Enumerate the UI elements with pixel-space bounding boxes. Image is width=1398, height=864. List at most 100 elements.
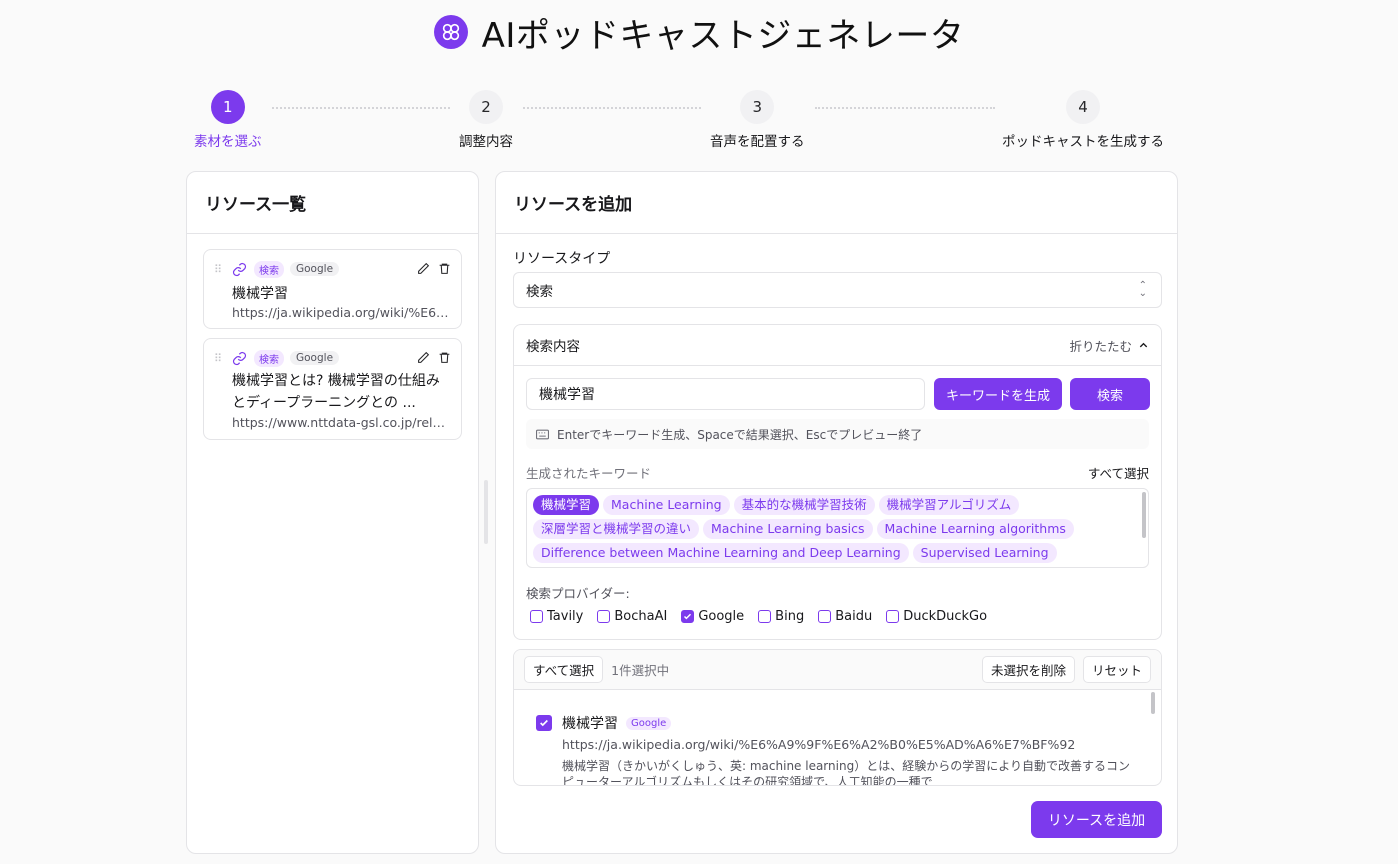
step-label: 音声を配置する [710,134,805,150]
provider-label: Tavily [547,609,584,624]
keyword-chip[interactable]: 機械学習アルゴリズム [878,495,1020,515]
results-select-all-button[interactable]: すべて選択 [524,656,604,683]
provider-google[interactable]: Google [681,609,744,624]
collapse-button[interactable]: 折りたたむ [1069,336,1149,355]
selected-count: 1件選択中 [611,663,670,678]
link-icon [232,261,248,277]
result-url[interactable]: https://ja.wikipedia.org/wiki/%E6%A9%9F%… [562,737,1075,752]
step-number: 4 [1066,90,1100,124]
result-checkbox[interactable] [536,715,552,731]
link-icon [232,350,248,366]
keyword-chip[interactable]: Machine Learning [603,495,730,515]
step-1[interactable]: 1 素材を選ぶ [194,90,262,150]
type-badge: 検索 [254,349,284,367]
trash-icon[interactable] [438,349,451,368]
checkbox[interactable] [530,610,543,623]
panel-title: リソースを追加 [496,172,1177,234]
provider-label: Bing [775,609,805,624]
step-connector [523,107,701,109]
provider-label: Google [698,609,745,624]
drag-handle-icon[interactable]: ⠿ [214,264,228,275]
search-results: すべて選択 1件選択中 未選択を削除 リセット 機械学習 Google http… [513,649,1162,786]
panel-resize-handle[interactable] [484,480,488,544]
card-url: https://ja.wikipedia.org/wiki/%E6%A... [232,305,449,320]
resource-type-select[interactable]: 検索 ⌃ ⌄ [513,272,1162,308]
panel-title: リソース一覧 [187,172,478,234]
keyboard-icon [536,429,549,439]
search-button[interactable]: 検索 [1070,378,1150,410]
provider-label: DuckDuckGo [903,609,988,624]
keyword-chip[interactable]: 深層学習と機械学習の違い [533,519,700,539]
keyword-chip[interactable]: 機械学習 [533,495,600,515]
add-resource-panel: リソースを追加 リソースタイプ 検索 ⌃ ⌄ 検索内容 折りたたむ 機械学習 キー… [495,171,1178,854]
app-header: AIポッドキャストジェネレータ [0,8,1398,56]
step-label: ポッドキャストを生成する [1002,134,1164,150]
providers-list: Tavily BochaAI Google Bing Baidu DuckDuc… [530,609,987,624]
keywords-select-all-button[interactable]: すべて選択 [1088,463,1149,482]
keyword-chip[interactable]: Supervised Learning [912,543,1057,563]
checkbox[interactable] [597,610,611,623]
results-scrollbar[interactable] [1151,692,1155,714]
provider-bing[interactable]: Bing [758,609,804,624]
check-icon [684,613,692,620]
step-3[interactable]: 3 音声を配置する [710,90,805,150]
add-resource-button[interactable]: リソースを追加 [1031,801,1162,838]
result-description: 機械学習（きかいがくしゅう、英: machine learning）とは、経験か… [562,759,1130,786]
step-label: 調整内容 [459,134,513,150]
generate-keywords-button[interactable]: キーワードを生成 [934,378,1062,410]
step-4[interactable]: 4 ポッドキャストを生成する [1002,90,1164,150]
resource-card[interactable]: ⠿ 検索 Google 機械学習 https://ja.wikipedia.or… [203,249,462,329]
progress-stepper: 1 素材を選ぶ 2 調整内容 3 音声を配置する 4 ポッドキャストを生成する [186,90,1186,150]
search-section-title: 検索内容 [526,339,580,355]
hint-text: Enterでキーワード生成、Spaceで結果選択、Escでプレビュー終了 [557,427,923,442]
keyboard-hint: Enterでキーワード生成、Spaceで結果選択、Escでプレビュー終了 [526,419,1149,449]
keywords-list: 機械学習 Machine Learning 基本的な機械学習技術 機械学習アルゴ… [526,488,1149,568]
step-connector [815,107,995,109]
checkbox[interactable] [818,610,832,623]
step-2[interactable]: 2 調整内容 [459,90,513,150]
chevron-up-down-icon: ⌃ ⌄ [1138,280,1147,299]
checkbox[interactable] [758,610,772,623]
step-connector [272,107,450,109]
step-number: 2 [469,90,503,124]
trash-icon[interactable] [438,260,451,279]
collapse-label: 折りたたむ [1069,338,1132,354]
delete-unselected-button[interactable]: 未選択を削除 [981,656,1075,683]
checkbox[interactable] [886,610,900,623]
reset-button[interactable]: リセット [1082,656,1151,683]
provider-tavily[interactable]: Tavily [530,609,583,624]
step-number: 3 [740,90,775,124]
check-icon [540,719,548,727]
provider-duckduckgo[interactable]: DuckDuckGo [886,609,987,624]
drag-handle-icon[interactable]: ⠿ [214,353,228,364]
keyword-chip[interactable]: 基本的な機械学習技術 [733,495,875,515]
keyword-chip[interactable]: Machine Learning basics [703,519,873,539]
provider-baidu[interactable]: Baidu [818,609,872,624]
provider-badge: Google [290,262,340,276]
edit-icon[interactable] [417,260,430,279]
card-title: 機械学習 [232,286,288,302]
search-input[interactable]: 機械学習 [526,378,925,410]
app-title: AIポッドキャストジェネレータ [481,15,965,56]
keywords-label: 生成されたキーワード [526,466,652,481]
result-provider-badge: Google [626,716,672,730]
resource-card[interactable]: ⠿ 検索 Google 機械学習とは? 機械学習の仕組みとディープラーニングとの… [203,338,462,440]
result-title: 機械学習 [562,716,618,732]
provider-label: Baidu [835,609,873,624]
type-badge: 検索 [254,260,284,278]
resource-list-panel: リソース一覧 ⠿ 検索 Google 機械学習 https://ja.wikip… [186,171,479,854]
providers-label: 検索プロバイダー: [526,586,630,601]
card-title: 機械学習とは? 機械学習の仕組みとディープラーニングとの ... [232,373,440,411]
search-section: 検索内容 折りたたむ 機械学習 キーワードを生成 検索 Enterでキーワード生… [513,324,1162,640]
provider-bochaai[interactable]: BochaAI [597,609,667,624]
keyword-chip[interactable]: Machine Learning algorithms [876,519,1074,539]
checkbox-checked[interactable] [681,610,695,623]
keyword-chip[interactable]: Difference between Machine Learning and … [533,543,909,563]
step-number: 1 [210,90,245,124]
edit-icon[interactable] [417,349,430,368]
step-label: 素材を選ぶ [194,134,262,150]
provider-badge: Google [290,351,340,365]
chevron-up-icon [1139,342,1148,347]
app-logo-icon [433,15,468,49]
keywords-scrollbar[interactable] [1142,492,1146,538]
